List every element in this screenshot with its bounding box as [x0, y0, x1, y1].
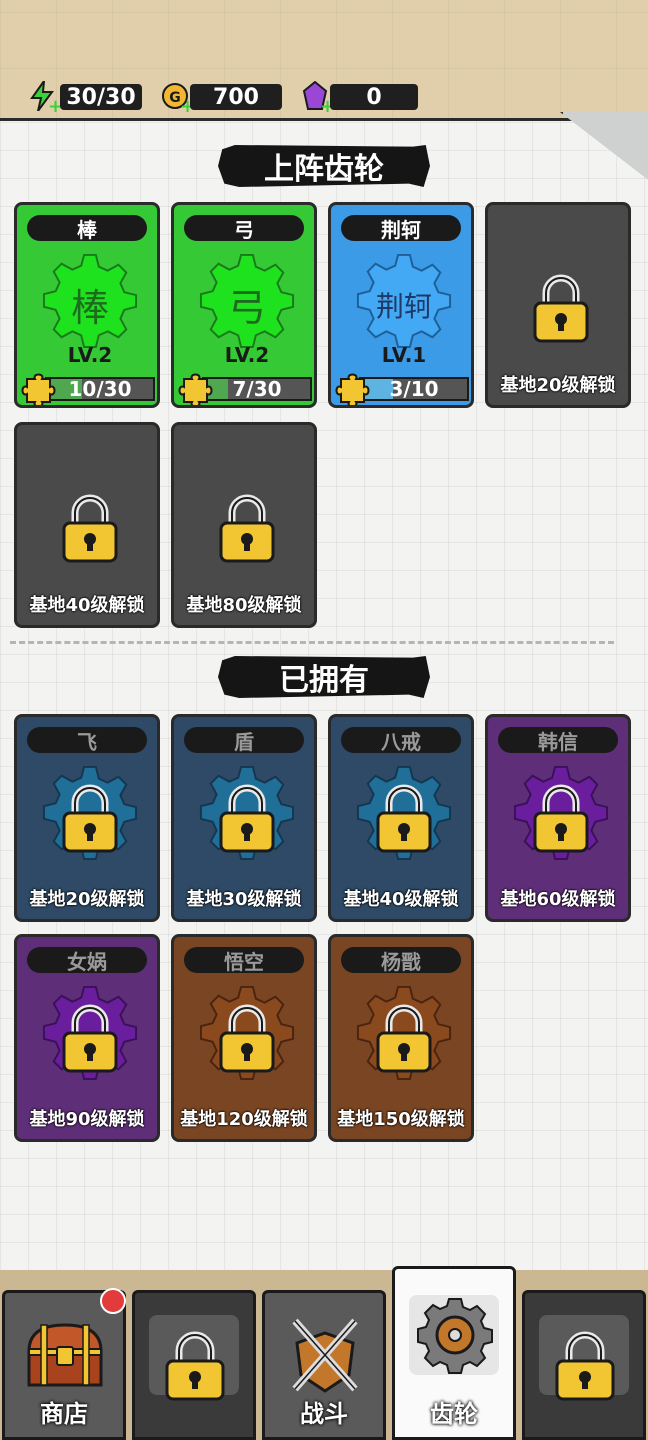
- lock-icon: [533, 274, 589, 343]
- lock-icon: [62, 1004, 118, 1073]
- lock-icon: [165, 1331, 225, 1401]
- lock-icon: [219, 494, 275, 563]
- upgrade-progress-text: 3/10: [389, 377, 439, 401]
- locked-slot[interactable]: 基地40级解锁: [14, 422, 160, 628]
- unlock-requirement: 基地20级解锁: [29, 889, 145, 910]
- section-divider: [10, 641, 614, 644]
- lock-icon: [62, 494, 118, 563]
- unlock-requirement: 基地60级解锁: [500, 889, 616, 910]
- unlock-requirement: 基地120级解锁: [180, 1109, 308, 1130]
- gear-name: 飞: [27, 727, 147, 754]
- gear-name: 杨戬: [341, 947, 461, 974]
- owned-gear-card[interactable]: 盾 基地30级解锁: [171, 714, 317, 922]
- lock-icon: [555, 1331, 615, 1401]
- gear-name: 弓: [184, 215, 304, 242]
- lock-icon: [219, 784, 275, 853]
- lock-icon: [219, 1004, 275, 1073]
- tab-battle[interactable]: 战斗: [262, 1290, 386, 1440]
- gear-shield-icon: [417, 1298, 493, 1374]
- coin-icon[interactable]: G +: [160, 80, 195, 116]
- puzzle-piece-icon: [21, 373, 56, 405]
- gear-glyph: 荆轲: [375, 290, 432, 323]
- gear-name: 韩信: [498, 727, 618, 754]
- tab-shop-label: 商店: [40, 1400, 88, 1428]
- unlock-requirement: 基地30级解锁: [186, 889, 302, 910]
- gear-card-jingke[interactable]: 荆轲 荆轲 LV.1 3/10: [328, 202, 474, 408]
- tab-battle-label: 战斗: [300, 1400, 348, 1428]
- upgrade-progress-text: 7/30: [232, 377, 282, 401]
- locked-slot[interactable]: 基地80级解锁: [171, 422, 317, 628]
- unlock-requirement: 基地40级解锁: [29, 595, 145, 616]
- gear-level: LV.1: [381, 343, 427, 367]
- unlock-requirement: 基地40级解锁: [343, 889, 459, 910]
- coin-value: 700: [190, 84, 282, 110]
- owned-gear-card[interactable]: 女娲 基地90级解锁: [14, 934, 160, 1142]
- energy-icon[interactable]: +: [28, 80, 63, 116]
- treasure-chest-icon: [27, 1323, 103, 1387]
- owned-gear-card[interactable]: 飞 基地20级解锁: [14, 714, 160, 922]
- tab-locked-1[interactable]: [132, 1290, 256, 1440]
- tab-gears-label: 齿轮: [430, 1400, 478, 1428]
- owned-title: 已拥有: [218, 656, 430, 698]
- gear-name: 盾: [184, 727, 304, 754]
- owned-gear-card[interactable]: 悟空 基地120级解锁: [171, 934, 317, 1142]
- crossed-swords-icon: [292, 1318, 358, 1393]
- tab-locked-2[interactable]: [522, 1290, 646, 1440]
- energy-value: 30/30: [60, 84, 142, 110]
- owned-gear-card[interactable]: 八戒 基地40级解锁: [328, 714, 474, 922]
- gem-icon[interactable]: +: [300, 80, 335, 116]
- notification-badge: [100, 1288, 126, 1314]
- gear-name: 荆轲: [341, 215, 461, 242]
- lock-icon: [62, 784, 118, 853]
- equipped-title: 上阵齿轮: [218, 145, 430, 187]
- unlock-requirement: 基地150级解锁: [337, 1109, 465, 1130]
- gear-glyph: 棒: [70, 286, 109, 330]
- gem-value: 0: [330, 84, 418, 110]
- upgrade-progress-text: 10/30: [68, 377, 132, 401]
- gear-card-bang[interactable]: 棒 棒 LV.2 10/30: [14, 202, 160, 408]
- upgrade-progress-bar: 10/30: [45, 377, 155, 401]
- gear-card-gong[interactable]: 弓 弓 LV.2 7/30: [171, 202, 317, 408]
- upgrade-progress-bar: 3/10: [359, 377, 469, 401]
- locked-slot[interactable]: 基地20级解锁: [485, 202, 631, 408]
- tab-gears[interactable]: 齿轮: [392, 1266, 516, 1440]
- lock-icon: [533, 784, 589, 853]
- unlock-requirement: 基地20级解锁: [500, 375, 616, 396]
- gear-level: LV.2: [67, 343, 113, 367]
- gear-name: 女娲: [27, 947, 147, 974]
- upgrade-progress-bar: 7/30: [202, 377, 312, 401]
- owned-gear-card[interactable]: 杨戬 基地150级解锁: [328, 934, 474, 1142]
- unlock-requirement: 基地90级解锁: [29, 1109, 145, 1130]
- lock-icon: [376, 784, 432, 853]
- gear-name: 棒: [27, 215, 147, 242]
- gear-level: LV.2: [224, 343, 270, 367]
- owned-gear-card[interactable]: 韩信 基地60级解锁: [485, 714, 631, 922]
- gear-name: 悟空: [184, 947, 304, 974]
- gear-glyph: 弓: [227, 286, 266, 330]
- puzzle-piece-icon: [178, 373, 213, 405]
- gear-name: 八戒: [341, 727, 461, 754]
- puzzle-piece-icon: [335, 373, 370, 405]
- unlock-requirement: 基地80级解锁: [186, 595, 302, 616]
- lock-icon: [376, 1004, 432, 1073]
